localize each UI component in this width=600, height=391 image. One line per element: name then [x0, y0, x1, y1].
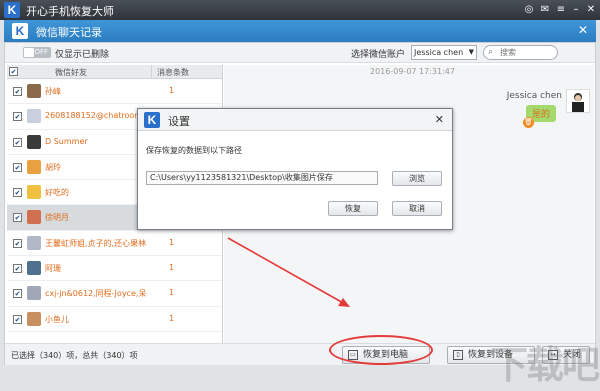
friend-name: D Summer — [45, 136, 88, 146]
list-header: ✔ 微信好友 消息条数 — [7, 65, 222, 79]
delete-icon: 🗑 — [523, 117, 534, 128]
window-logo: K — [12, 23, 28, 39]
message-count: 1 — [169, 288, 175, 298]
friend-name: 胡玲 — [45, 162, 61, 172]
dialog-cancel-button[interactable]: 取消 — [392, 201, 442, 216]
row-checkbox[interactable]: ✔ — [13, 238, 22, 248]
message-icon[interactable]: ✉ — [538, 3, 552, 17]
avatar — [27, 286, 41, 301]
row-checkbox[interactable]: ✔ — [13, 213, 22, 223]
friend-name: 2608188152@chatroom — [45, 111, 143, 121]
watermark: 下载吧 — [489, 343, 600, 387]
row-checkbox[interactable]: ✔ — [13, 314, 22, 324]
dialog-close-icon[interactable]: ✕ — [435, 113, 444, 126]
avatar — [27, 84, 41, 98]
window-close-icon[interactable]: ✕ — [578, 23, 588, 37]
message-count: 1 — [169, 313, 175, 323]
row-checkbox[interactable]: ✔ — [13, 289, 22, 299]
list-item[interactable]: ✔ cxj-jn&0612,同程-Joyce,呆 1 — [7, 281, 222, 307]
friend-name: 王馨虹师姐,贞子的,还心果林 — [45, 238, 147, 248]
friend-name: 阿珊 — [45, 264, 61, 274]
settings-dialog: K 设置 ✕ 保存恢复的数据到以下路径 C:\Users\yy112358132… — [137, 108, 453, 230]
app-titlebar: K 开心手机恢复大师 ◎ ✉ ≡ – ✕ — [0, 0, 600, 20]
message-timestamp: 2016-09-07 17:31:47 — [370, 67, 455, 76]
message-count: 1 — [169, 237, 175, 247]
minimize-icon[interactable]: – — [569, 3, 583, 17]
row-checkbox[interactable]: ✔ — [13, 112, 22, 122]
window-titlebar: K 微信聊天记录 ✕ — [4, 20, 596, 42]
wechat-icon[interactable]: ◎ — [522, 3, 536, 17]
avatar — [27, 261, 41, 276]
phone-icon: ▯ — [453, 350, 463, 360]
save-path-label: 保存恢复的数据到以下路径 — [146, 146, 242, 155]
search-input[interactable] — [500, 47, 554, 58]
save-path-field[interactable]: C:\Users\yy1123581321\Desktop\收集图片保存 — [146, 171, 378, 185]
col-count-header: 消息条数 — [157, 68, 189, 77]
app-logo: K — [4, 2, 20, 18]
list-item[interactable]: ✔ 孙峰 1 — [7, 79, 222, 105]
message-count: 1 — [169, 263, 175, 273]
col-friend-header: 微信好友 — [55, 68, 87, 77]
menu-icon[interactable]: ≡ — [554, 3, 568, 17]
only-deleted-label: 仅显示已删除 — [55, 50, 110, 60]
row-checkbox[interactable]: ✔ — [13, 162, 22, 172]
friend-name: 孙峰 — [45, 87, 61, 96]
search-box[interactable]: ⌕ — [483, 45, 558, 60]
avatar — [27, 109, 41, 124]
selection-status: 已选择（340）项，总共（340）项 — [11, 351, 138, 360]
avatar — [27, 185, 41, 200]
select-all-checkbox[interactable]: ✔ — [9, 67, 18, 76]
row-checkbox[interactable]: ✔ — [13, 87, 22, 96]
avatar — [566, 89, 590, 113]
recover-to-pc-button[interactable]: ▭ 恢复到电脑 — [342, 346, 430, 364]
avatar — [27, 134, 41, 149]
friend-name: 小鱼儿 — [45, 314, 69, 324]
list-item[interactable]: ✔ 王馨虹师姐,贞子的,还心果林 1 — [7, 231, 222, 257]
friend-name: cxj-jn&0612,同程-Joyce,呆 — [45, 289, 147, 299]
row-checkbox[interactable]: ✔ — [13, 137, 22, 147]
browse-button[interactable]: 浏览 — [392, 171, 442, 186]
avatar — [27, 311, 41, 326]
account-select[interactable]: Jessica chen ▼ — [411, 45, 477, 60]
dialog-logo: K — [144, 112, 160, 128]
list-item[interactable]: ✔ 阿珊 1 — [7, 256, 222, 282]
chevron-down-icon: ▼ — [468, 48, 474, 56]
avatar — [27, 235, 41, 250]
dialog-header: K 设置 ✕ — [138, 109, 452, 131]
dialog-title: 设置 — [168, 115, 190, 128]
list-item[interactable]: ✔ 小鱼儿 1 — [7, 307, 222, 332]
close-icon[interactable]: ✕ — [584, 3, 598, 17]
sender-name: Jessica chen — [506, 91, 562, 101]
avatar — [27, 210, 41, 225]
friend-name: 徐明月 — [45, 213, 69, 223]
filter-bar: OFF 仅显示已删除 选择微信账户 Jessica chen ▼ ⌕ — [5, 43, 595, 63]
app-title: 开心手机恢复大师 — [26, 5, 114, 18]
row-checkbox[interactable]: ✔ — [13, 264, 22, 274]
select-account-label: 选择微信账户 — [351, 50, 406, 60]
deleted-only-toggle[interactable]: OFF — [23, 47, 51, 58]
dialog-recover-button[interactable]: 恢复 — [328, 201, 378, 216]
avatar — [27, 159, 41, 174]
friend-name: 好吃的 — [45, 188, 69, 198]
message-count: 1 — [169, 86, 175, 95]
computer-icon: ▭ — [348, 350, 358, 360]
window-title: 微信聊天记录 — [36, 26, 102, 39]
search-icon: ⌕ — [488, 47, 494, 57]
row-checkbox[interactable]: ✔ — [13, 188, 22, 198]
